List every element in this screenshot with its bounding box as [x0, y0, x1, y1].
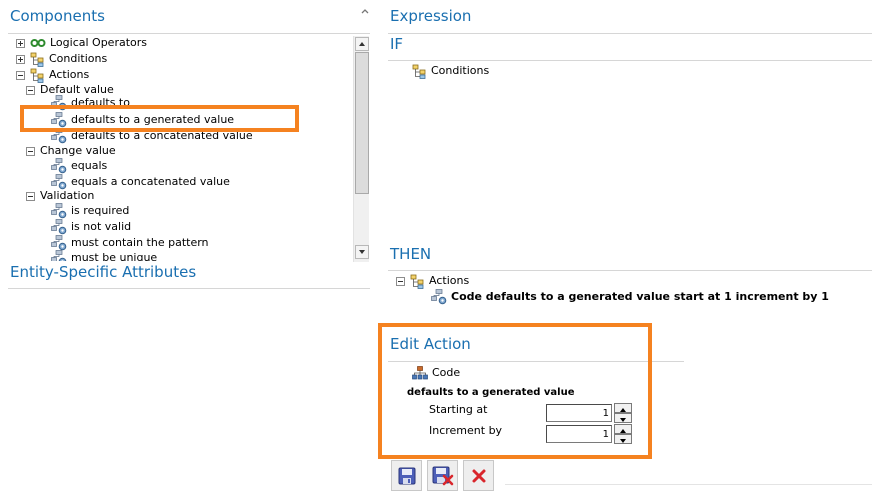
expression-title: Expression: [390, 7, 472, 25]
entity-attributes-divider: [8, 288, 370, 289]
expand-icon[interactable]: [16, 38, 25, 48]
entity-attributes-title: Entity-Specific Attributes: [10, 263, 197, 281]
if-divider: [388, 60, 872, 61]
then-divider: [388, 270, 872, 271]
save-icon: [398, 467, 415, 484]
tree-item-label: is not valid: [71, 220, 132, 233]
tree-item-label: is required: [71, 204, 130, 217]
then-actions-label: Actions: [429, 274, 470, 287]
collapse-icon[interactable]: [26, 146, 35, 156]
tree-item-equals[interactable]: equals: [51, 158, 107, 174]
action-gear-icon: [51, 203, 67, 219]
tree-item-label: Logical Operators: [50, 36, 148, 49]
collapse-icon[interactable]: [16, 70, 25, 80]
tree-item-label: equals: [71, 159, 108, 172]
collapse-icon[interactable]: [26, 85, 35, 95]
tree-item-must-be-unique[interactable]: must be unique: [51, 250, 157, 261]
arrow-down-icon: [359, 250, 365, 254]
cancel-button[interactable]: [463, 460, 494, 491]
tree-scrollbar[interactable]: [353, 36, 369, 262]
tree-item-is-required[interactable]: is required: [51, 203, 129, 219]
then-action-label: Code defaults to a generated value start…: [451, 290, 829, 303]
action-gear-icon: [51, 235, 67, 251]
tree-item-label: Validation: [40, 189, 95, 202]
expression-divider: [388, 33, 872, 34]
rule-tree-icon: [30, 68, 44, 83]
tree-item-change-value[interactable]: Change value: [26, 143, 116, 159]
components-title: Components: [10, 7, 105, 25]
save-button[interactable]: [391, 460, 422, 491]
save-and-close-button[interactable]: [427, 460, 458, 491]
arrow-up-icon: [359, 42, 365, 46]
tree-item-label: Actions: [49, 68, 90, 81]
tree-item-label: must contain the pattern: [71, 236, 209, 249]
rule-tree-icon: [30, 52, 44, 67]
components-tree: Logical Operators Conditions Actions Def…: [10, 35, 370, 261]
edit-action-highlight: [378, 323, 652, 459]
if-conditions-node[interactable]: Conditions: [412, 63, 489, 79]
tree-item-must-contain-pattern[interactable]: must contain the pattern: [51, 235, 209, 251]
tree-item-label: Change value: [40, 144, 116, 157]
tree-item-label: must be unique: [71, 251, 158, 261]
collapse-icon[interactable]: [396, 276, 405, 286]
collapse-up-icon[interactable]: [360, 6, 370, 16]
expand-icon[interactable]: [16, 54, 25, 64]
tree-item-is-not-valid[interactable]: is not valid: [51, 219, 131, 235]
tree-item-label: Conditions: [49, 52, 108, 65]
rule-tree-icon: [410, 274, 424, 289]
logical-operators-icon: [30, 39, 46, 47]
tree-item-logical-operators[interactable]: Logical Operators: [16, 35, 147, 51]
action-gear-icon: [51, 250, 67, 261]
cancel-icon: [472, 469, 485, 482]
then-actions-node[interactable]: Actions: [396, 273, 469, 289]
selected-item-highlight: [20, 105, 299, 132]
rule-tree-icon: [412, 64, 426, 79]
tree-item-label: equals a concatenated value: [71, 175, 230, 188]
action-gear-icon: [51, 158, 67, 174]
then-label: THEN: [390, 245, 432, 263]
scroll-up-button[interactable]: [355, 37, 369, 51]
if-label: IF: [390, 35, 404, 53]
collapse-icon[interactable]: [26, 191, 35, 201]
if-conditions-label: Conditions: [431, 64, 490, 77]
scroll-down-button[interactable]: [355, 245, 369, 259]
tree-item-conditions[interactable]: Conditions: [16, 51, 107, 67]
save-and-close-icon: [432, 466, 453, 485]
action-gear-icon: [431, 289, 447, 305]
tree-item-actions[interactable]: Actions: [16, 67, 89, 83]
components-divider: [8, 33, 370, 34]
action-gear-icon: [51, 219, 67, 235]
tree-item-validation[interactable]: Validation: [26, 188, 94, 204]
toolbar-divider: [505, 484, 872, 485]
then-action-item[interactable]: Code defaults to a generated value start…: [431, 289, 829, 305]
scroll-thumb[interactable]: [355, 52, 369, 194]
